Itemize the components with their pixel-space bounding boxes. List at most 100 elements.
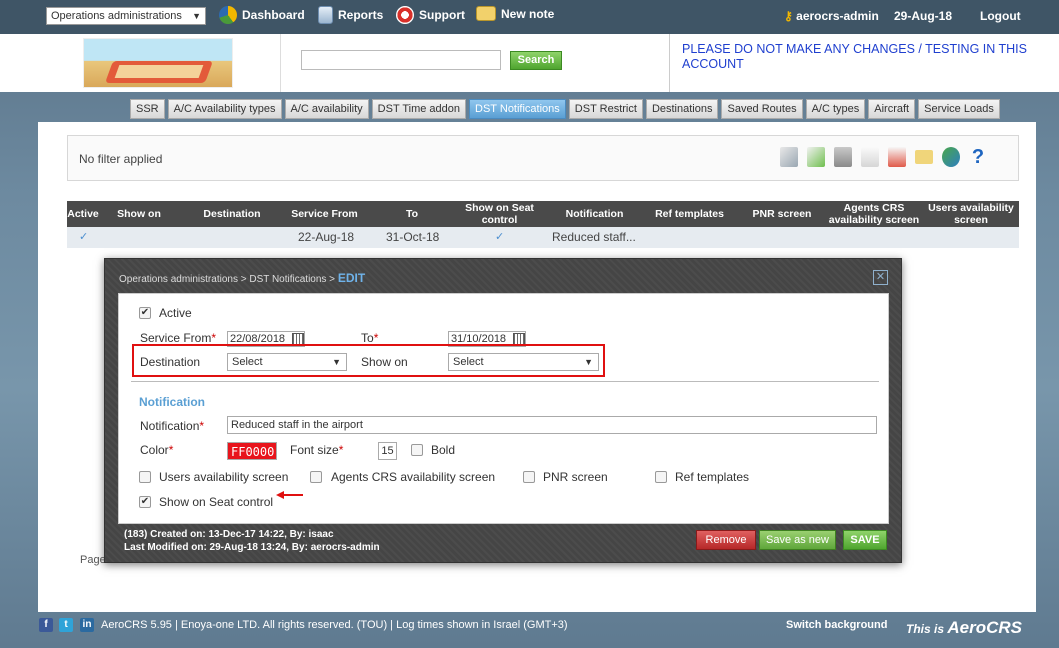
search-button[interactable]: Search: [510, 51, 562, 70]
modal-mode: EDIT: [337, 271, 366, 285]
modified-info: Last Modified on: 29-Aug-18 13:24, By: a…: [124, 542, 380, 553]
tab-destinations[interactable]: Destinations: [645, 99, 719, 119]
pdf-icon[interactable]: [888, 147, 906, 167]
switch-background-link[interactable]: Switch background: [786, 619, 887, 631]
nav-dashboard-label: Dashboard: [242, 8, 305, 22]
section-title: Notification: [139, 395, 205, 409]
row-active-check: ✓: [79, 231, 89, 243]
col-service-from[interactable]: Service From: [282, 201, 367, 227]
save-button[interactable]: SAVE: [843, 530, 887, 550]
seat-control-checkbox[interactable]: ✔: [139, 496, 151, 508]
nav-dashboard[interactable]: Dashboard: [219, 6, 305, 24]
col-ref-templates[interactable]: Ref templates: [647, 201, 732, 227]
users-availability-checkbox[interactable]: [139, 471, 151, 483]
search-area: Search: [280, 34, 670, 92]
filter-status: No filter applied: [79, 152, 163, 166]
modal-breadcrumb: Operations administrations > DST Notific…: [119, 274, 338, 285]
row-service-from: 22-Aug-18: [298, 230, 355, 244]
divider: [131, 381, 879, 382]
logout-link[interactable]: Logout: [980, 9, 1021, 23]
users-availability-label: Users availability screen: [159, 470, 289, 484]
grid-header: Active Show on Destination Service From …: [67, 201, 1019, 227]
tab-service-loads[interactable]: Service Loads: [918, 99, 1000, 119]
header: Search PLEASE DO NOT MAKE ANY CHANGES / …: [0, 34, 1059, 92]
font-size-label: Font size*: [290, 443, 344, 457]
font-icon[interactable]: [861, 147, 879, 167]
nav-new-note[interactable]: New note: [476, 6, 554, 21]
username: aerocrs-admin: [796, 9, 879, 23]
nav-reports[interactable]: Reports: [318, 6, 383, 24]
seat-control-label: Show on Seat control: [159, 495, 274, 509]
nav-support-label: Support: [419, 8, 465, 22]
col-to[interactable]: To: [387, 201, 437, 227]
active-label: Active: [159, 306, 192, 320]
tab-saved-routes[interactable]: Saved Routes: [721, 99, 803, 119]
save-as-new-button[interactable]: Save as new: [759, 530, 836, 550]
facebook-icon[interactable]: f: [39, 618, 53, 632]
row-to: 31-Oct-18: [386, 230, 440, 244]
table-row[interactable]: ✓ 22-Aug-18 31-Oct-18 ✓ Reduced staff...: [67, 227, 1019, 248]
notification-label: Notification*: [140, 419, 205, 433]
destination-select-value: Select: [232, 356, 263, 368]
col-pnr-screen[interactable]: PNR screen: [742, 201, 822, 227]
col-seat-control[interactable]: Show on Seat control: [457, 201, 542, 227]
active-checkbox[interactable]: ✔: [139, 307, 151, 319]
destination-select[interactable]: Select ▼: [227, 353, 347, 371]
tab-ac-availability-types[interactable]: A/C Availability types: [167, 99, 282, 119]
linkedin-icon[interactable]: in: [80, 618, 94, 632]
agents-crs-checkbox[interactable]: [310, 471, 322, 483]
refresh-icon[interactable]: [942, 147, 960, 167]
chevron-down-icon: ▼: [584, 357, 593, 367]
search-input[interactable]: [301, 50, 501, 70]
col-destination[interactable]: Destination: [192, 201, 272, 227]
tab-dst-restrict[interactable]: DST Restrict: [568, 99, 643, 119]
col-show-on[interactable]: Show on: [109, 201, 169, 227]
service-from-label: Service From*: [140, 331, 217, 345]
print-icon[interactable]: [834, 147, 852, 167]
color-label: Color*: [140, 443, 174, 457]
dashboard-icon: [219, 6, 237, 24]
tab-aircraft[interactable]: Aircraft: [868, 99, 916, 119]
user-menu[interactable]: ⚷ aerocrs-admin: [784, 9, 879, 23]
color-field[interactable]: FF0000: [227, 442, 277, 460]
show-on-label: Show on: [361, 355, 408, 369]
email-icon[interactable]: [915, 150, 933, 164]
nav-support[interactable]: Support: [396, 6, 465, 24]
tab-ac-availability[interactable]: A/C availability: [284, 99, 369, 119]
search-filter-icon[interactable]: [780, 147, 798, 167]
col-agents-crs[interactable]: Agents CRS availability screen: [824, 201, 924, 227]
tab-ac-types[interactable]: A/C types: [805, 99, 866, 119]
col-notification[interactable]: Notification: [552, 201, 637, 227]
show-on-select[interactable]: Select ▼: [448, 353, 599, 371]
current-date: 29-Aug-18: [894, 9, 953, 23]
reports-icon: [318, 6, 333, 24]
tab-dst-notifications[interactable]: DST Notifications: [469, 99, 566, 119]
help-icon[interactable]: ?: [969, 147, 987, 167]
show-on-select-value: Select: [453, 356, 484, 368]
red-arrow-icon: [276, 491, 303, 499]
ref-templates-checkbox[interactable]: [655, 471, 667, 483]
lifebuoy-icon: [396, 6, 414, 24]
tab-dst-time-addon[interactable]: DST Time addon: [371, 99, 467, 119]
add-record-icon[interactable]: [807, 147, 825, 167]
agents-crs-label: Agents CRS availability screen: [331, 470, 496, 484]
bold-checkbox[interactable]: [411, 444, 423, 456]
modal-audit-info: (183) Created on: 13-Dec-17 14:22, By: i…: [124, 528, 380, 554]
notification-field[interactable]: Reduced staff in the airport: [227, 416, 877, 434]
font-size-field[interactable]: 15: [378, 442, 397, 460]
row-notification: Reduced staff...: [552, 230, 636, 244]
pnr-screen-checkbox[interactable]: [523, 471, 535, 483]
twitter-icon[interactable]: t: [59, 618, 73, 632]
close-icon[interactable]: ✕: [873, 270, 888, 285]
filter-bar: No filter applied ?: [67, 135, 1019, 181]
chevron-down-icon: ▼: [192, 11, 201, 21]
module-select[interactable]: Operations administrations ▼: [46, 7, 206, 25]
paging: Page: [80, 554, 106, 566]
warning-message: PLEASE DO NOT MAKE ANY CHANGES / TESTING…: [682, 42, 1027, 71]
tab-ssr[interactable]: SSR: [130, 99, 165, 119]
created-info: (183) Created on: 13-Dec-17 14:22, By: i…: [124, 529, 334, 540]
remove-button[interactable]: Remove: [696, 530, 756, 550]
col-active[interactable]: Active: [67, 201, 99, 227]
nav-new-note-label: New note: [501, 6, 555, 21]
col-users-availability[interactable]: Users availability screen: [927, 201, 1015, 227]
